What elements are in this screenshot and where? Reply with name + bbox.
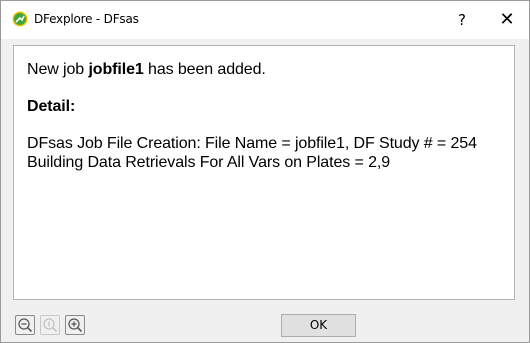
message-suffix: has been added. (143, 61, 266, 78)
zoom-in-icon (68, 318, 83, 333)
close-button[interactable]: ✕ (489, 5, 525, 35)
zoom-out-button[interactable] (15, 315, 35, 335)
detail-line-2: Building Data Retrievals For All Vars on… (27, 154, 391, 171)
zoom-out-icon (18, 318, 33, 333)
job-name: jobfile1 (88, 61, 144, 78)
zoom-reset-icon (43, 318, 58, 333)
job-added-message: New job jobfile1 has been added. (27, 61, 266, 79)
close-icon: ✕ (499, 9, 515, 30)
message-panel: New job jobfile1 has been added. Detail:… (13, 45, 515, 300)
zoom-reset-button[interactable] (40, 315, 60, 335)
detail-line-1: DFsas Job File Creation: File Name = job… (27, 135, 477, 152)
ok-button[interactable]: OK (281, 314, 356, 337)
title-bar: DFexplore - DFsas ? ✕ (1, 1, 529, 39)
dfexplore-logo-icon (12, 11, 28, 27)
zoom-in-button[interactable] (65, 315, 85, 335)
help-button[interactable]: ? (447, 5, 477, 35)
window-title: DFexplore - DFsas (34, 12, 139, 26)
detail-heading: Detail: (27, 98, 76, 115)
message-prefix: New job (27, 61, 89, 78)
dialog-window: DFexplore - DFsas ? ✕ New job jobfile1 h… (0, 0, 530, 343)
